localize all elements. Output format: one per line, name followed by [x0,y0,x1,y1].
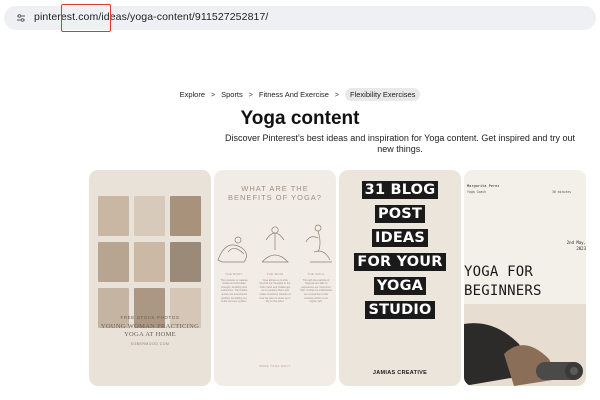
pin-yoga-benefits[interactable]: WHAT ARE THE BENEFITS OF YOGA? THE BODY … [214,170,336,386]
pin-caption-small: FREE STOCK PHOTOS [120,315,180,320]
column-text: Yoga allows us to look beyond our though… [259,278,291,304]
url-path: /ideas/yoga-content/911527252817/ [98,11,269,23]
breadcrumb: Explore > Sports > Fitness And Exercise > Flex… [0,88,600,101]
pin-yoga-photos[interactable]: FREE STOCK PHOTOS YOUNG WOMAN PRACTICING… [89,170,211,386]
breadcrumb-separator: > [248,92,253,99]
photo-image [170,196,201,236]
column-text: Through the practice of Yoga we are able… [300,278,332,304]
photo-image [98,242,129,282]
pin-headline: YOGA FOR BEGINNERS [464,263,586,301]
photo-image [134,196,165,236]
page-subtitle: Discover Pinterest's best ideas and insp… [225,133,575,154]
breadcrumb-separator: > [334,92,339,99]
breadcrumb-separator: > [211,92,216,99]
pin-blog-post-ideas[interactable]: 31 BLOG POST IDEAS FOR YOUR YOGA STUDIO … [339,170,461,386]
photo-image [98,288,129,328]
headline-line: POST [374,205,426,223]
headline-line: BEGINNERS [464,283,542,299]
photo-image [98,196,129,236]
coach-name: Margarita Perez [467,184,500,188]
breadcrumb-flexibility[interactable]: Flexibility Exercises [345,88,421,101]
photo-image [134,242,165,282]
session-date: 2nd May, 2023 [554,240,586,252]
session-duration: 30 minutes [552,190,572,194]
yoga-pose-illustrations [217,224,332,263]
url-highlight-box [61,4,111,32]
headline-line: 31 BLOG [361,181,439,199]
pin-caption-site: SOBERMOOD.COM [130,342,170,346]
photo-image [170,288,201,328]
headline-line: YOGA [373,277,427,295]
pin-brand: JAMIAS CREATIVE [372,370,428,376]
pin-caption-main: YOUNG WOMAN PRACTICING YOGA AT HOME [100,323,200,338]
headline-line: YOGA FOR [464,264,534,280]
column-heading: THE SOUL [307,272,325,276]
photo-image [170,242,201,282]
photo-image [134,288,165,328]
pin-footer: MAKE YOGA DAILY [259,364,291,368]
yoga-photo-illustration [464,304,586,386]
headline-line: FOR YOUR [354,253,446,271]
benefit-column-mind: THE MIND Yoga allows us to look beyond o… [259,272,291,304]
benefit-column-soul: THE SOUL Through the practice of Yoga we… [300,272,332,304]
pin-title: WHAT ARE THE BENEFITS OF YOGA? [228,184,322,202]
breadcrumb-explore[interactable]: Explore [180,90,205,99]
benefit-column-body: THE BODY The postures or asanas create a… [218,272,250,304]
page-title: Yoga content [240,108,360,129]
headline-line: STUDIO [365,301,435,319]
column-text: The postures or asanas create and stimul… [220,278,248,304]
breadcrumb-fitness[interactable]: Fitness And Exercise [259,90,329,99]
coach-role: Yoga Coach [467,190,487,194]
tune-icon[interactable] [16,13,26,23]
column-heading: THE MIND [266,272,284,276]
pin-yoga-for-beginners[interactable]: Margarita Perez Yoga Coach 30 minutes 2n… [464,170,586,386]
column-heading: THE BODY [225,272,243,276]
date-line: 2023 [576,246,586,251]
headline-blocks: 31 BLOG POST IDEAS FOR YOUR YOGA STUDIO [339,181,461,325]
breadcrumb-sports[interactable]: Sports [221,90,243,99]
headline-line: IDEAS [371,229,428,247]
